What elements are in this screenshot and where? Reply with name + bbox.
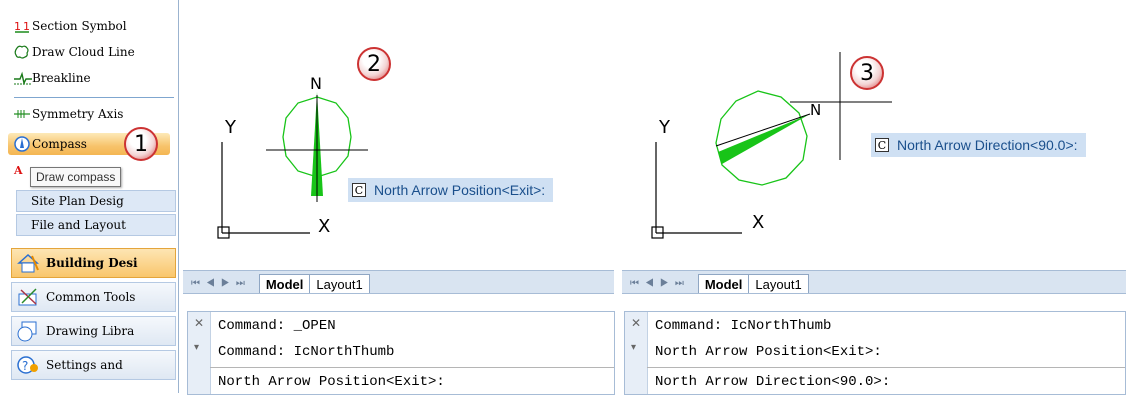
tooltip: Draw compass — [30, 167, 122, 187]
category-label: Common Tools — [46, 290, 136, 304]
tab-nav-buttons[interactable]: ⏮◀▶⏭ — [183, 278, 259, 293]
settings-icon: ? — [16, 354, 40, 376]
sidebar-divider — [14, 97, 174, 98]
category-label: Drawing Libra — [46, 324, 135, 338]
category-common-tools[interactable]: Common Tools — [11, 282, 176, 312]
sidebar-item-label: Compass — [32, 137, 87, 151]
drawing-canvas-right[interactable]: Y X N C North Arrow Direction<90.0>: — [622, 0, 1126, 270]
north-label: N — [810, 101, 822, 119]
tab-nav-buttons[interactable]: ⏮◀▶⏭ — [622, 278, 698, 293]
category-settings[interactable]: ? Settings and — [11, 350, 176, 380]
command-divider — [647, 367, 1125, 368]
section-symbol-icon: 11 — [14, 18, 30, 34]
close-icon[interactable]: ✕ — [631, 316, 641, 330]
axis-y-label: Y — [659, 117, 670, 138]
building-design-icon — [16, 252, 40, 274]
command-divider — [210, 367, 614, 368]
sidebar-item-label: Breakline — [32, 71, 91, 85]
step-marker-1: 1 — [124, 127, 158, 161]
layout-tabbar-left: ⏮◀▶⏭ Model Layout1 — [183, 270, 614, 294]
sidebar-item-breakline[interactable]: Breakline — [14, 68, 91, 88]
tab-model[interactable]: Model — [697, 274, 750, 293]
tab-layout1[interactable]: Layout1 — [309, 274, 370, 293]
command-prompt-icon: C — [875, 138, 889, 152]
sidebar-item-compass-content[interactable]: Compass — [14, 134, 87, 154]
command-history-line: Command: _OPEN — [218, 318, 336, 334]
svg-text:1: 1 — [23, 20, 30, 33]
command-window-handle: ✕ ▾ — [188, 312, 211, 394]
tab-model[interactable]: Model — [258, 274, 311, 293]
prompt-text: North Arrow Direction<90.0>: — [897, 137, 1078, 153]
sidebar-item-label: Symmetry Axis — [32, 107, 124, 121]
drawing-library-icon — [16, 320, 40, 342]
svg-text:1: 1 — [14, 20, 21, 33]
common-tools-icon — [16, 286, 40, 308]
command-window-left: ✕ ▾ Command: _OPEN Command: IcNorthThumb… — [187, 311, 615, 395]
sidebar-item-label: A — [14, 163, 23, 177]
drawing-canvas-left[interactable]: Y X N C North Arrow Position<Exit>: — [180, 0, 617, 270]
close-icon[interactable]: ✕ — [194, 316, 204, 330]
pin-icon[interactable]: ▾ — [194, 342, 199, 353]
dynamic-input-prompt: C North Arrow Direction<90.0>: — [871, 133, 1086, 157]
layout-tabbar-right: ⏮◀▶⏭ Model Layout1 — [622, 270, 1126, 294]
sidebar-item-label: Section Symbol — [32, 19, 127, 33]
compass-icon — [14, 136, 30, 152]
svg-text:?: ? — [22, 359, 28, 373]
command-prompt-icon: C — [352, 183, 366, 197]
sidebar-item-cloud-line[interactable]: Draw Cloud Line — [14, 42, 135, 62]
sidebar-button-site-plan[interactable]: Site Plan Desig — [16, 190, 176, 212]
step-marker-3: 3 — [850, 56, 884, 90]
step-marker-2: 2 — [357, 47, 391, 81]
sidebar-button-file-layout[interactable]: File and Layout — [16, 214, 176, 236]
north-label: N — [310, 74, 322, 93]
command-input[interactable]: North Arrow Position<Exit>: — [218, 374, 445, 390]
prompt-text: North Arrow Position<Exit>: — [374, 182, 546, 198]
command-history-line: Command: IcNorthThumb — [218, 344, 395, 360]
axis-x-label: X — [318, 216, 331, 237]
dynamic-input-prompt: C North Arrow Position<Exit>: — [348, 178, 554, 202]
command-window-right: ✕ ▾ Command: IcNorthThumb North Arrow Po… — [624, 311, 1126, 395]
command-window-handle: ✕ ▾ — [625, 312, 648, 394]
command-history-line: Command: IcNorthThumb — [655, 318, 832, 334]
cloud-line-icon — [14, 44, 30, 60]
command-input[interactable]: North Arrow Direction<90.0>: — [655, 374, 890, 390]
category-drawing-library[interactable]: Drawing Libra — [11, 316, 176, 346]
breakline-icon — [14, 70, 32, 86]
sidebar-item-symmetry-axis[interactable]: Symmetry Axis — [14, 104, 123, 124]
category-building-design[interactable]: Building Desi — [11, 248, 176, 278]
sidebar-item-section-symbol[interactable]: 11 Section Symbol — [14, 16, 127, 36]
axis-x-label: X — [752, 212, 765, 233]
category-label: Settings and — [46, 358, 123, 372]
tab-layout1[interactable]: Layout1 — [748, 274, 809, 293]
tool-sidebar: 11 Section Symbol Draw Cloud Line Breakl… — [0, 0, 179, 393]
sidebar-item-partial[interactable]: A — [14, 160, 23, 180]
pin-icon[interactable]: ▾ — [631, 342, 636, 353]
axis-y-label: Y — [225, 117, 236, 138]
category-label: Building Desi — [46, 256, 138, 270]
sidebar-item-label: Draw Cloud Line — [32, 45, 135, 59]
command-history-line: North Arrow Position<Exit>: — [655, 344, 882, 360]
symmetry-axis-icon — [14, 106, 30, 122]
